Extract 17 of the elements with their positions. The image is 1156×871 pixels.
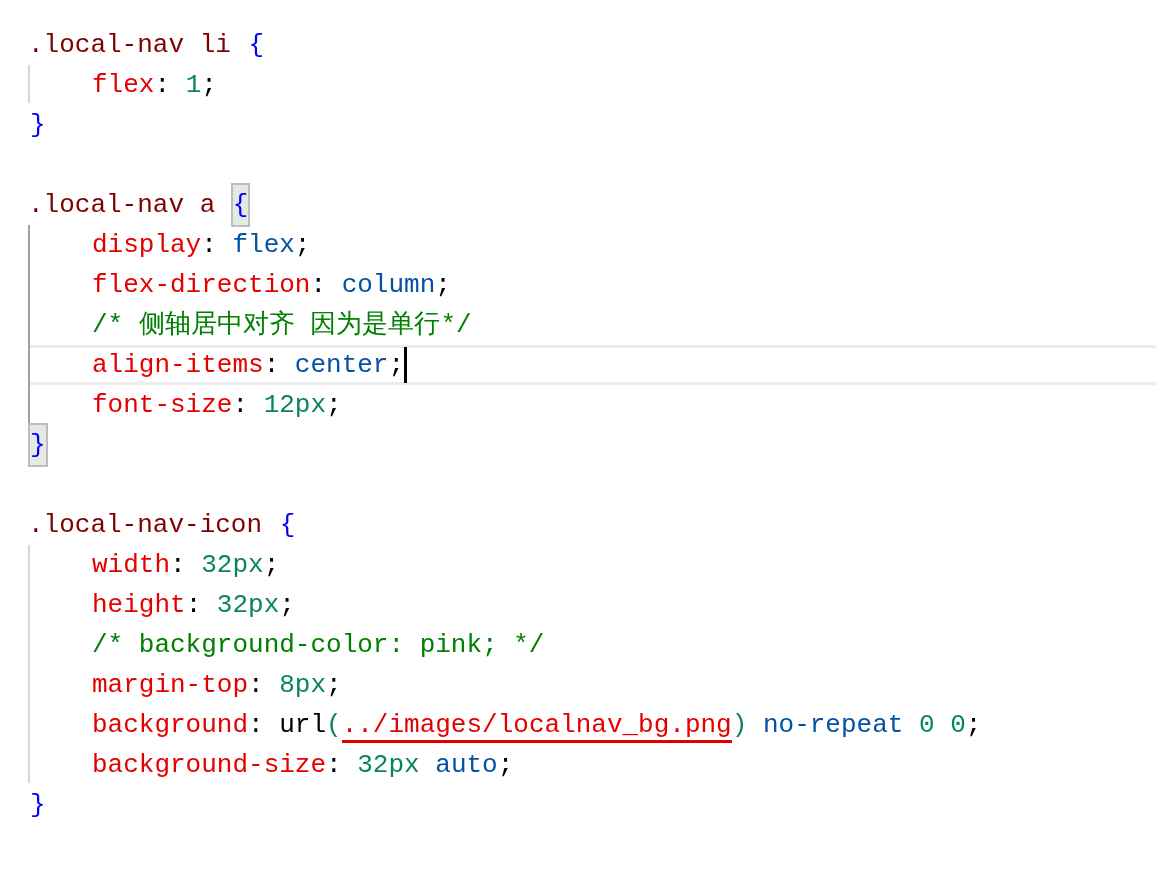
brace: {: [230, 183, 251, 227]
code-line: display: flex;: [92, 229, 311, 262]
code-line: flex-direction: column;: [92, 269, 451, 302]
code-line: background: url(../images/localnav_bg.png) no-repeat 0 0;: [92, 705, 982, 745]
brace: }: [28, 423, 48, 467]
code-line: background-size: 32px auto;: [92, 749, 514, 782]
code-line: width: 32px;: [92, 549, 280, 582]
code-line: font-size: 12px;: [92, 389, 342, 422]
code-line: /* background-color: pink; */: [92, 629, 545, 662]
code-line: .local-nav li: [28, 29, 232, 62]
code-line: .local-nav a: [28, 189, 217, 222]
code-line: height: 32px;: [92, 589, 295, 622]
code-line: align-items: center;: [92, 349, 405, 382]
code-line: flex: 1;: [92, 69, 217, 102]
code-line: margin-top: 8px;: [92, 669, 342, 702]
code-line: .local-nav-icon: [28, 509, 264, 542]
code-line: /* 侧轴居中对齐 因为是单行*/: [92, 309, 472, 342]
